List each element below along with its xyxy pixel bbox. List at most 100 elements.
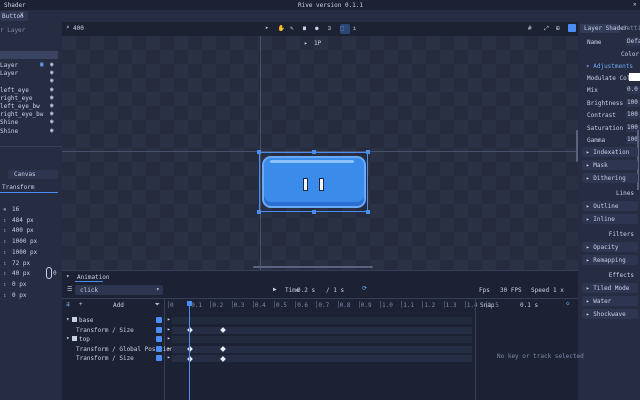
transform-field[interactable]: 72 px (12, 260, 46, 267)
link-toggle[interactable] (46, 267, 52, 279)
adjustments-header[interactable]: ▾ Adjustments (586, 63, 633, 70)
fps-value[interactable]: 30 FPS (500, 287, 522, 294)
layer-row[interactable]: ◉ (0, 77, 62, 85)
layer-row[interactable]: Shine ◉ (0, 118, 62, 126)
tab-close-button[interactable]: X (20, 12, 24, 19)
track-expand-icon[interactable]: ▸ (167, 345, 171, 352)
playhead[interactable] (189, 303, 190, 400)
clip-list-icon[interactable]: ☰ (67, 286, 72, 293)
snap-icon[interactable]: ⊞ (556, 25, 560, 32)
transform-field[interactable]: 0 px (12, 281, 46, 288)
eye-icon[interactable]: ◉ (50, 77, 54, 84)
animation-collapse-icon[interactable]: ▾ (66, 273, 70, 280)
zoom-level[interactable]: 400 (73, 25, 84, 32)
tab-settings[interactable]: Settings (623, 25, 640, 32)
track-row[interactable]: ▾ top ▸ (62, 335, 476, 344)
track-enabled-toggle[interactable] (156, 355, 162, 361)
layer-row[interactable]: right_eye ◉ (0, 94, 62, 102)
transform-field[interactable]: 400 px (12, 227, 46, 234)
fit-icon[interactable] (568, 24, 576, 32)
center-play-icon[interactable]: ▸ (304, 40, 308, 47)
square-icon[interactable]: ■ (303, 25, 307, 32)
track-enabled-toggle[interactable] (156, 345, 162, 352)
layer-row[interactable]: left_eye_bw ◉ (0, 102, 62, 110)
time-value[interactable]: 0.2 s (297, 287, 315, 294)
track-checkbox[interactable] (72, 336, 77, 341)
add-track-button[interactable]: Add (113, 302, 124, 309)
track-row[interactable]: ▾ base ▸ (62, 316, 476, 325)
transform-field[interactable]: 0 px (12, 292, 46, 299)
eye-icon[interactable]: ◉ (50, 69, 54, 76)
transform-field[interactable]: 16 (12, 206, 46, 213)
viewport-scrollbar[interactable] (253, 266, 373, 268)
eye-icon[interactable]: ◉ (50, 110, 54, 117)
track-expand-icon[interactable]: ▸ (167, 316, 171, 323)
add-track-icon[interactable]: + (79, 301, 83, 308)
circle-icon[interactable]: ● (315, 25, 319, 32)
track-row[interactable]: Transform / Size ▸ (62, 354, 476, 363)
handle-br[interactable] (366, 210, 370, 214)
handle-top[interactable] (312, 150, 316, 154)
track-row[interactable]: Transform / Global Position ▸ (62, 345, 476, 354)
animation-tab[interactable]: Animation (77, 274, 110, 281)
handle-tr[interactable] (366, 150, 370, 154)
handle-tl[interactable] (257, 150, 261, 154)
adjustment-value[interactable]: 100 % (626, 111, 640, 119)
eye-icon[interactable]: ◉ (50, 61, 54, 68)
lines-section[interactable]: ▸ Inline (582, 214, 638, 224)
effects-section[interactable]: ▸ Shockwave (582, 309, 638, 319)
track-enabled-toggle[interactable] (156, 317, 162, 323)
shader-section[interactable]: ▸ Indexation (582, 147, 638, 157)
track-expand-icon[interactable]: ▸ (167, 335, 171, 342)
grid-icon[interactable]: # (528, 25, 532, 32)
handle-bottom[interactable] (312, 210, 316, 214)
play-icon[interactable]: ▶ (273, 286, 277, 293)
pen-icon[interactable]: ✎ (290, 25, 294, 32)
track-enabled-toggle[interactable] (156, 326, 162, 333)
transform-icon[interactable]: ⊡ (328, 25, 332, 32)
track-expand-icon[interactable]: ▸ (167, 326, 171, 333)
track-row[interactable]: Transform / Size ▸ (62, 326, 476, 335)
adjustment-value[interactable]: 0.0 (626, 86, 640, 94)
chevron-down-icon[interactable]: ▾ (66, 316, 70, 323)
handle-bl[interactable] (257, 210, 261, 214)
viewport[interactable] (62, 22, 578, 270)
track-checkbox[interactable] (72, 317, 77, 322)
snap-value[interactable]: 0.1 s (520, 302, 538, 309)
eye-icon[interactable]: ◉ (50, 118, 54, 125)
track-expand-icon[interactable]: ▸ (167, 354, 171, 361)
transform-tool-active[interactable] (340, 24, 350, 34)
lines-section[interactable]: ▸ Outline (582, 201, 638, 211)
transform-field[interactable]: 484 px (12, 217, 46, 224)
layer-row[interactable]: Shine ◉ (0, 127, 62, 135)
keyframe-settings-icon[interactable]: ◇ (566, 300, 570, 307)
layer-search[interactable] (0, 51, 58, 59)
layer-row[interactable]: Layer ◉ ▣ (0, 61, 62, 69)
eye-icon[interactable]: ◉ (50, 94, 54, 101)
shader-section[interactable]: ▸ Dithering (582, 173, 638, 183)
eye-icon[interactable]: ◉ (50, 86, 54, 93)
transform-field[interactable]: 1000 px (12, 249, 46, 256)
zoom-icon[interactable]: ⌕ (66, 24, 70, 31)
playhead-handle[interactable] (187, 301, 192, 306)
effects-section[interactable]: ▸ Water (582, 296, 638, 306)
track-enabled-toggle[interactable] (156, 336, 162, 342)
transform-field[interactable]: 1000 px (12, 238, 46, 245)
filters-section[interactable]: ▸ Opacity (582, 242, 638, 252)
layer-row[interactable]: left_eye ◉ (0, 86, 62, 94)
window-close-icon[interactable]: ✕ (633, 1, 637, 8)
loop-icon[interactable]: ⟳ (362, 285, 367, 292)
name-field[interactable]: Default (626, 37, 640, 46)
track-tree-icon[interactable]: ⇶ (66, 301, 70, 308)
chevron-down-icon[interactable]: ▾ (66, 335, 70, 342)
button-sprite[interactable] (262, 156, 366, 208)
eye-icon[interactable]: ◉ (50, 127, 54, 134)
cursor-icon[interactable]: ➤ (265, 25, 269, 32)
expand-icon[interactable]: ⤢ (544, 25, 549, 33)
lock-icon[interactable]: ▣ (40, 61, 44, 68)
timeline-ruler[interactable]: 0 0.1 0.2 0.3 0.4 0.5 0.6 0.7 0.8 0.9 1.0 1.1 1.2 1.3… (165, 299, 499, 309)
speed-value[interactable]: 1 x (553, 287, 564, 294)
layer-row[interactable]: right_eye_bw ◉ (0, 110, 62, 118)
adjustment-value[interactable]: 100 % (626, 98, 640, 107)
transform-field[interactable]: 40 px (12, 270, 46, 277)
